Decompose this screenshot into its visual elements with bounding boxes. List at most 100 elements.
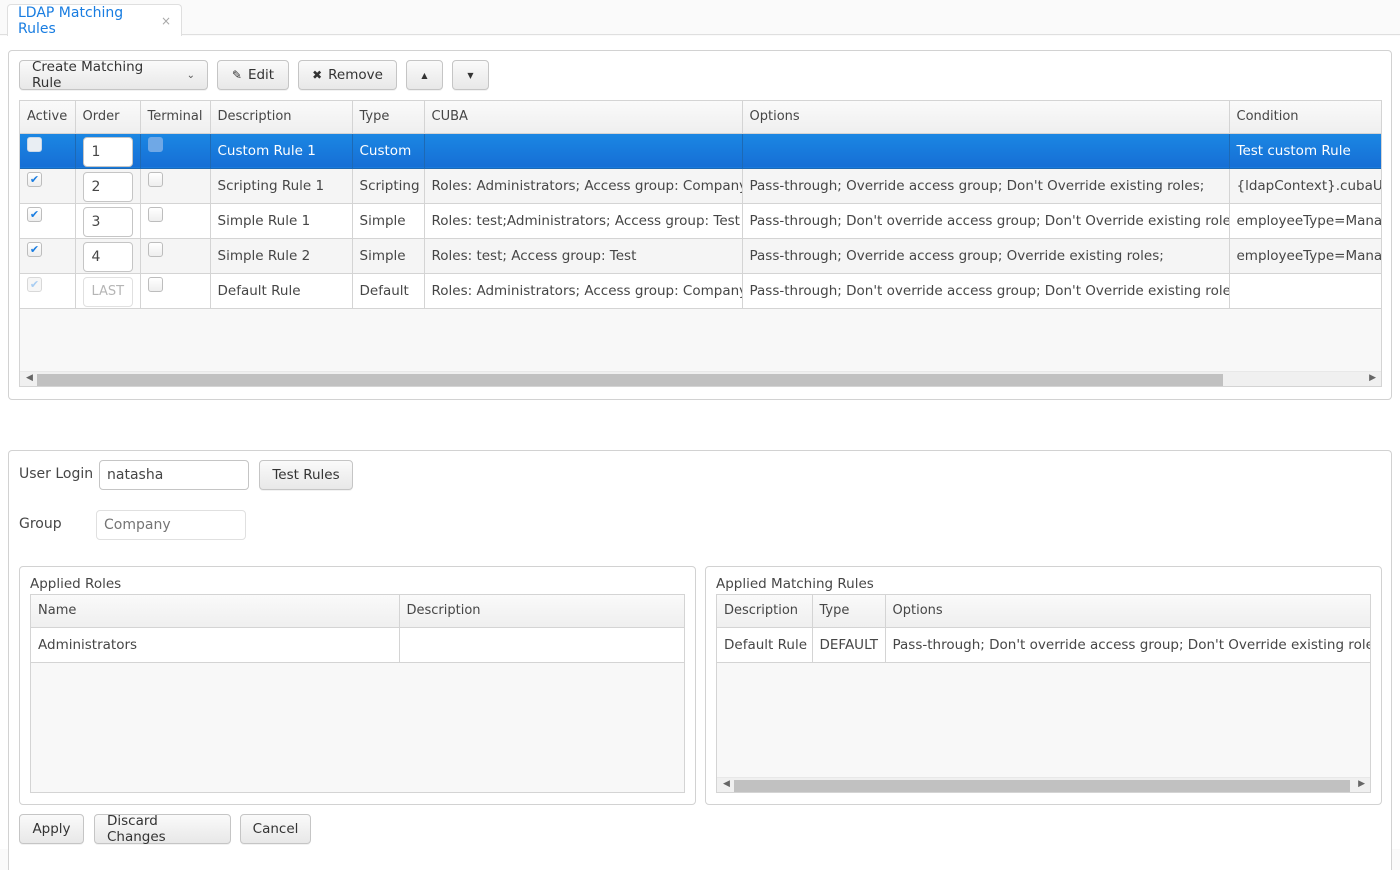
- pencil-icon: ✎: [231, 68, 242, 82]
- column-header-description[interactable]: Description: [210, 101, 353, 134]
- user-login-input[interactable]: [99, 460, 249, 490]
- table-row[interactable]: ✔ LAST Default Rule Default Roles: Administr…: [20, 273, 1381, 309]
- main-content: Create Matching Rule ⌄ ✎ Edit ✖ Remove ▲…: [0, 36, 1400, 870]
- table-row[interactable]: 1 Custom Rule 1 Custom Test custom Rule: [20, 133, 1381, 169]
- move-down-button[interactable]: ▼: [452, 60, 489, 90]
- column-header-options[interactable]: Options: [885, 595, 1370, 628]
- move-up-button[interactable]: ▲: [406, 60, 443, 90]
- scroll-left-icon[interactable]: ◀: [26, 373, 33, 383]
- table-row[interactable]: ✔ 2 Scripting Rule 1 Scripting Roles: Admini…: [20, 168, 1381, 204]
- order-cell: 3: [75, 203, 141, 239]
- scrollbar-thumb[interactable]: [734, 780, 1350, 792]
- discard-changes-button[interactable]: Discard Changes: [94, 813, 231, 845]
- test-panel: User Login Test Rules Group Applied Role…: [8, 450, 1392, 870]
- column-header-description[interactable]: Description: [399, 595, 684, 628]
- column-header-options[interactable]: Options: [742, 101, 1230, 134]
- group-field: [96, 510, 246, 540]
- terminal-checkbox[interactable]: [147, 172, 163, 187]
- terminal-checkbox[interactable]: [147, 137, 163, 152]
- active-cell: ✔: [20, 238, 76, 274]
- name-cell: Administrators: [31, 627, 400, 663]
- scroll-right-icon[interactable]: ▶: [1358, 779, 1365, 789]
- order-input[interactable]: 2: [82, 171, 133, 202]
- order-cell: 2: [75, 168, 141, 204]
- description-cell: Simple Rule 2: [210, 238, 353, 274]
- condition-cell: Test custom Rule: [1229, 133, 1381, 169]
- active-checkbox[interactable]: ✔: [27, 207, 42, 222]
- active-cell: ✔: [20, 273, 76, 309]
- remove-button[interactable]: ✖ Remove: [298, 60, 397, 90]
- table-row[interactable]: Administrators: [31, 627, 684, 663]
- create-matching-rule-button[interactable]: Create Matching Rule ⌄: [19, 59, 208, 91]
- test-rules-label: Test Rules: [272, 467, 340, 483]
- condition-cell: {ldapContext}.cubaUser: [1229, 168, 1381, 204]
- create-label: Create Matching Rule: [32, 59, 144, 91]
- terminal-cell: [140, 168, 211, 204]
- terminal-checkbox[interactable]: [147, 277, 163, 292]
- apply-label: Apply: [32, 821, 71, 837]
- horizontal-scrollbar[interactable]: ◀ ▶: [20, 371, 1381, 386]
- cuba-cell: [424, 133, 743, 169]
- applied-rules-panel: Applied Matching Rules Description Type Op…: [705, 566, 1382, 805]
- condition-cell: [1229, 273, 1381, 309]
- cuba-cell: Roles: test; Access group: Test: [424, 238, 743, 274]
- rules-table: Active Order Terminal Description Type CUBA Op…: [19, 100, 1382, 387]
- cancel-button[interactable]: Cancel: [240, 814, 311, 844]
- x-icon: ✖: [312, 68, 323, 82]
- chevron-down-icon: ⌄: [186, 69, 195, 81]
- table-row[interactable]: Default Rule DEFAULT Pass-through; Don't o…: [717, 627, 1370, 663]
- table-row[interactable]: ✔ 3 Simple Rule 1 Simple Roles: test;Adminis…: [20, 203, 1381, 239]
- tab-ldap-matching-rules[interactable]: LDAP Matching Rules ×: [7, 4, 182, 37]
- type-cell: Simple: [352, 203, 425, 239]
- table-row[interactable]: ✔ 4 Simple Rule 2 Simple Roles: test; Access…: [20, 238, 1381, 274]
- column-header-active[interactable]: Active: [20, 101, 76, 134]
- user-login-label: User Login: [19, 466, 94, 482]
- edit-label: Edit: [247, 67, 275, 83]
- applied-rules-table: Description Type Options Default Rule DEFAU…: [716, 594, 1371, 793]
- column-header-type[interactable]: Type: [812, 595, 886, 628]
- discard-label: Discard Changes: [107, 813, 166, 845]
- applied-roles-panel: Applied Roles Name Description Administra…: [19, 566, 696, 805]
- scroll-right-icon[interactable]: ▶: [1369, 373, 1376, 383]
- order-cell: LAST: [75, 273, 141, 309]
- terminal-checkbox[interactable]: [147, 242, 163, 257]
- description-cell: Default Rule: [210, 273, 353, 309]
- scrollbar-thumb[interactable]: [37, 374, 1223, 386]
- condition-cell: employeeType=Manager: [1229, 203, 1381, 239]
- order-input[interactable]: 3: [82, 206, 133, 237]
- test-rules-button[interactable]: Test Rules: [259, 460, 353, 490]
- condition-cell: employeeType=Manager: [1229, 238, 1381, 274]
- order-cell: 1: [75, 133, 141, 169]
- apply-button[interactable]: Apply: [19, 814, 84, 844]
- cancel-label: Cancel: [252, 821, 299, 837]
- order-input[interactable]: 1: [82, 136, 133, 167]
- cuba-cell: Roles: Administrators; Access group: Com…: [424, 168, 743, 204]
- active-cell: [20, 133, 76, 169]
- terminal-cell: [140, 238, 211, 274]
- scroll-left-icon[interactable]: ◀: [723, 779, 730, 789]
- column-header-order[interactable]: Order: [75, 101, 141, 134]
- edit-button[interactable]: ✎ Edit: [217, 60, 289, 90]
- description-cell: Simple Rule 1: [210, 203, 353, 239]
- close-icon[interactable]: ×: [161, 14, 171, 28]
- column-header-condition[interactable]: Condition: [1229, 101, 1381, 134]
- options-cell: Pass-through; Don't override access grou…: [742, 203, 1230, 239]
- applied-roles-caption: Applied Roles: [30, 576, 122, 592]
- terminal-checkbox[interactable]: [147, 207, 163, 222]
- column-header-name[interactable]: Name: [31, 595, 400, 628]
- column-header-type[interactable]: Type: [352, 101, 425, 134]
- column-header-cuba[interactable]: CUBA: [424, 101, 743, 134]
- active-checkbox: ✔: [27, 277, 42, 292]
- active-checkbox[interactable]: ✔: [27, 242, 42, 257]
- active-checkbox[interactable]: [27, 137, 42, 152]
- description-cell: Default Rule: [717, 627, 813, 663]
- applied-rules-scrollbar[interactable]: ◀ ▶: [717, 777, 1370, 792]
- active-checkbox[interactable]: ✔: [27, 172, 42, 187]
- column-header-terminal[interactable]: Terminal: [140, 101, 211, 134]
- order-input[interactable]: 4: [82, 241, 133, 272]
- rules-panel: Create Matching Rule ⌄ ✎ Edit ✖ Remove ▲…: [8, 50, 1392, 400]
- tab-bar: LDAP Matching Rules ×: [0, 0, 1400, 37]
- terminal-cell: [140, 133, 211, 169]
- caret-up-icon: ▲: [421, 70, 428, 80]
- column-header-description[interactable]: Description: [717, 595, 813, 628]
